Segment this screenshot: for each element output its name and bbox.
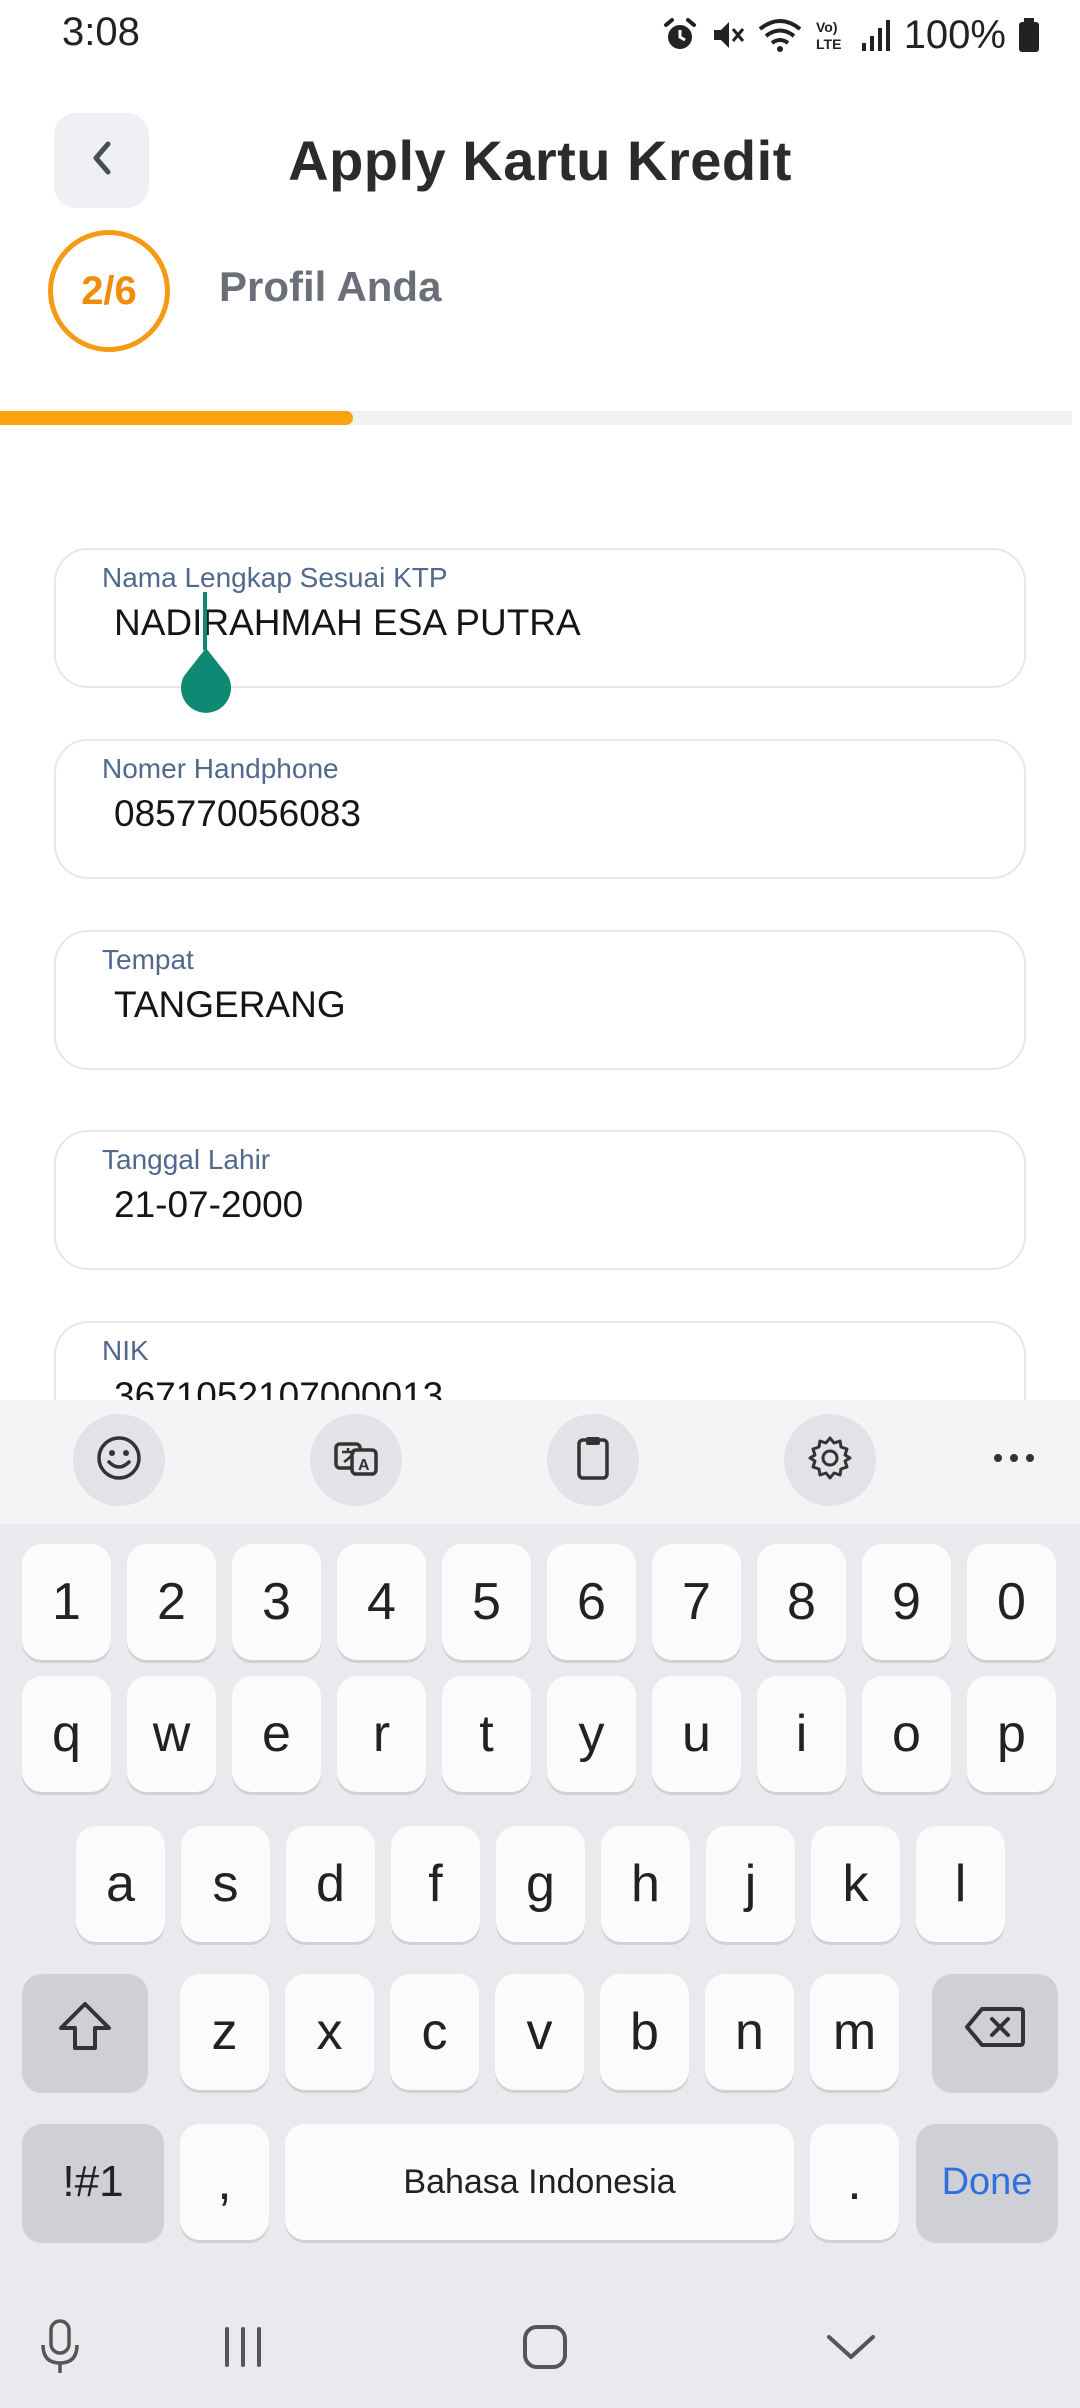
key-t[interactable]: t <box>442 1676 531 1792</box>
svg-text:A: A <box>358 1457 370 1474</box>
recent-apps-icon <box>219 2325 267 2374</box>
key-n[interactable]: n <box>705 1974 794 2090</box>
status-icons: Vo) LTE 100% <box>662 10 1040 60</box>
key-x[interactable]: x <box>285 1974 374 2090</box>
key-i[interactable]: i <box>757 1676 846 1792</box>
progress-track <box>0 411 1072 425</box>
nik-value[interactable]: 3671052107000013 <box>114 1375 443 1400</box>
key-v[interactable]: v <box>495 1974 584 2090</box>
key-r[interactable]: r <box>337 1676 426 1792</box>
alarm-icon <box>662 17 698 53</box>
backspace-icon <box>964 2002 1026 2062</box>
full-name-label: Nama Lengkap Sesuai KTP <box>102 562 448 593</box>
battery-percent: 100% <box>903 12 1006 57</box>
signal-icon <box>860 17 892 53</box>
keyboard-settings-button[interactable] <box>784 1414 876 1506</box>
key-y[interactable]: y <box>547 1676 636 1792</box>
key-k[interactable]: k <box>811 1826 900 1942</box>
phone-number-value[interactable]: 085770056083 <box>114 793 361 835</box>
done-key[interactable]: Done <box>916 2124 1058 2240</box>
key-p[interactable]: p <box>967 1676 1056 1792</box>
microphone-icon <box>38 2317 82 2382</box>
phone-number-label: Nomer Handphone <box>102 753 339 784</box>
more-button[interactable] <box>984 1414 1044 1506</box>
key-0[interactable]: 0 <box>967 1544 1056 1660</box>
key-8[interactable]: 8 <box>757 1544 846 1660</box>
comma-key[interactable]: , <box>180 2124 269 2240</box>
nik-field[interactable]: NIK 3671052107000013 <box>54 1321 1026 1400</box>
key-s[interactable]: s <box>181 1826 270 1942</box>
svg-text:Vo): Vo) <box>816 19 838 35</box>
key-b[interactable]: b <box>600 1974 689 2090</box>
key-d[interactable]: d <box>286 1826 375 1942</box>
key-q[interactable]: q <box>22 1676 111 1792</box>
space-key[interactable]: Bahasa Indonesia <box>285 2124 794 2240</box>
translate-icon: A <box>332 1434 380 1487</box>
settings-icon <box>806 1434 854 1487</box>
key-4[interactable]: 4 <box>337 1544 426 1660</box>
key-w[interactable]: w <box>127 1676 216 1792</box>
phone-number-field[interactable]: Nomer Handphone 085770056083 <box>54 739 1026 879</box>
key-f[interactable]: f <box>391 1826 480 1942</box>
hide-keyboard-button[interactable] <box>818 2310 884 2388</box>
key-l[interactable]: l <box>916 1826 1005 1942</box>
text-cursor <box>203 592 207 650</box>
key-h[interactable]: h <box>601 1826 690 1942</box>
svg-text:LTE: LTE <box>816 36 841 52</box>
birthdate-label: Tanggal Lahir <box>102 1144 271 1175</box>
period-key[interactable]: . <box>810 2124 899 2240</box>
nik-label: NIK <box>102 1335 149 1366</box>
birthplace-field[interactable]: Tempat TANGERANG <box>54 930 1026 1070</box>
key-j[interactable]: j <box>706 1826 795 1942</box>
key-7[interactable]: 7 <box>652 1544 741 1660</box>
chevron-down-icon <box>825 2331 877 2368</box>
key-3[interactable]: 3 <box>232 1544 321 1660</box>
shift-icon <box>57 2000 113 2065</box>
home-icon <box>521 2323 569 2376</box>
emoji-icon <box>95 1434 143 1487</box>
key-z[interactable]: z <box>180 1974 269 2090</box>
key-1[interactable]: 1 <box>22 1544 111 1660</box>
step-indicator: 2/6 <box>48 230 170 352</box>
more-icon <box>992 1451 1036 1469</box>
symbols-key[interactable]: !#1 <box>22 2124 164 2240</box>
battery-icon <box>1018 17 1040 53</box>
clipboard-icon <box>569 1434 617 1487</box>
birthplace-label: Tempat <box>102 944 194 975</box>
key-c[interactable]: c <box>390 1974 479 2090</box>
key-2[interactable]: 2 <box>127 1544 216 1660</box>
key-o[interactable]: o <box>862 1676 951 1792</box>
key-m[interactable]: m <box>810 1974 899 2090</box>
key-5[interactable]: 5 <box>442 1544 531 1660</box>
birthdate-value[interactable]: 21-07-2000 <box>114 1184 303 1226</box>
status-time: 3:08 <box>62 10 140 54</box>
step-label: Profil Anda <box>219 263 442 310</box>
emoji-button[interactable] <box>73 1414 165 1506</box>
birthdate-field[interactable]: Tanggal Lahir 21-07-2000 <box>54 1130 1026 1270</box>
page-title: Apply Kartu Kredit <box>288 129 792 192</box>
key-e[interactable]: e <box>232 1676 321 1792</box>
clipboard-button[interactable] <box>547 1414 639 1506</box>
full-name-value[interactable]: NADIRAHMAH ESA PUTRA <box>114 602 581 644</box>
birthplace-value[interactable]: TANGERANG <box>114 984 346 1026</box>
recent-apps-button[interactable] <box>210 2310 276 2388</box>
home-button[interactable] <box>512 2310 578 2388</box>
wifi-icon <box>758 17 802 53</box>
progress-fill <box>0 411 353 425</box>
shift-key[interactable] <box>22 1974 148 2090</box>
status-bar: 3:08 Vo) LTE 100% <box>0 0 1080 70</box>
translate-button[interactable]: A <box>310 1414 402 1506</box>
key-u[interactable]: u <box>652 1676 741 1792</box>
key-6[interactable]: 6 <box>547 1544 636 1660</box>
cursor-handle[interactable] <box>178 646 234 714</box>
key-a[interactable]: a <box>76 1826 165 1942</box>
backspace-key[interactable] <box>932 1974 1058 2090</box>
volte-icon: Vo) LTE <box>814 17 848 53</box>
key-g[interactable]: g <box>496 1826 585 1942</box>
voice-input-button[interactable] <box>30 2310 90 2388</box>
mute-icon <box>710 17 746 53</box>
key-9[interactable]: 9 <box>862 1544 951 1660</box>
